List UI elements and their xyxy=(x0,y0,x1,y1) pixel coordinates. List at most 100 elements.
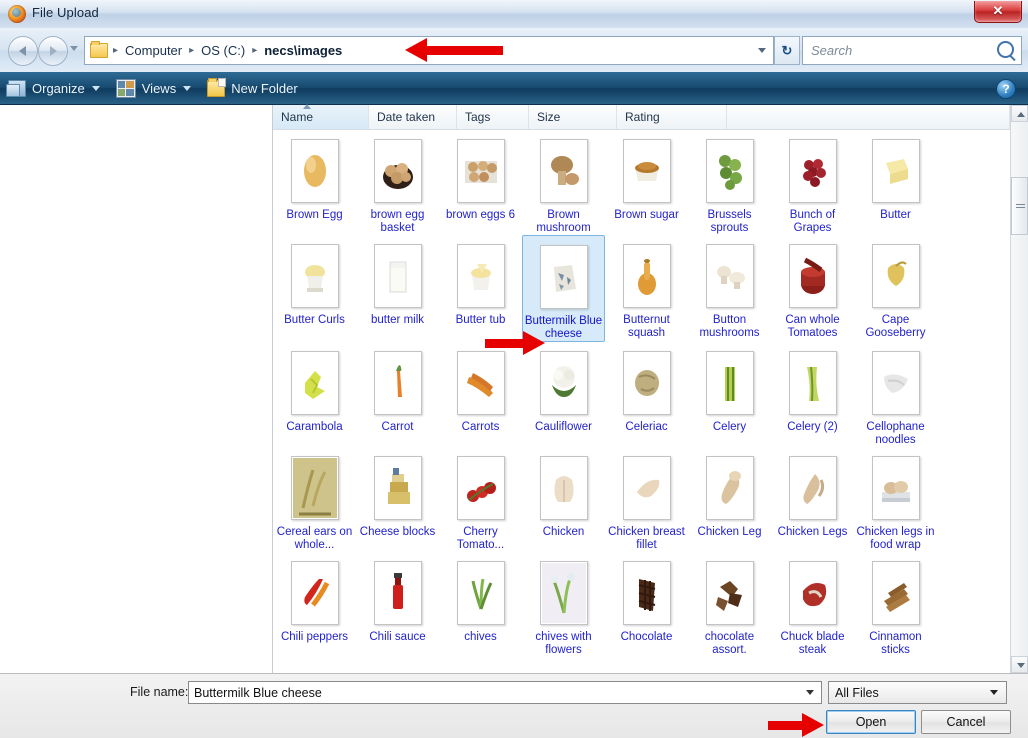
file-item[interactable]: Brown Egg xyxy=(273,130,356,235)
column-header-tags[interactable]: Tags xyxy=(457,105,529,129)
file-name-label: Chicken Leg xyxy=(697,526,762,538)
file-name-input[interactable]: Buttermilk Blue cheese xyxy=(188,681,822,704)
file-item[interactable]: Cape Gooseberry xyxy=(854,235,937,342)
file-item[interactable]: Chili sauce xyxy=(356,552,439,657)
file-thumbnail xyxy=(788,456,837,520)
file-item[interactable]: Chicken breast fillet xyxy=(605,447,688,552)
file-item[interactable]: Carambola xyxy=(273,342,356,447)
file-item[interactable]: butter milk xyxy=(356,235,439,342)
file-item[interactable]: Butter xyxy=(854,130,937,235)
file-name-label: chives with flowers xyxy=(535,631,592,656)
column-header-name[interactable]: Name xyxy=(273,104,369,129)
file-item[interactable]: chocolate assort. xyxy=(688,552,771,657)
refresh-button[interactable]: ↻ xyxy=(774,36,800,65)
breadcrumb-current-folder[interactable]: necs\images xyxy=(262,43,344,58)
breadcrumb-os-c[interactable]: OS (C:) xyxy=(199,43,247,58)
file-item[interactable]: Chili peppers xyxy=(273,552,356,657)
chevron-down-icon xyxy=(183,85,192,91)
search-input[interactable]: Search xyxy=(802,36,1022,65)
file-name-label: Cheese blocks xyxy=(359,526,436,538)
column-header-blank[interactable] xyxy=(727,105,1010,129)
file-item[interactable]: chives with flowers xyxy=(522,552,605,657)
file-item[interactable]: brown eggs 6 xyxy=(439,130,522,235)
column-header-size[interactable]: Size xyxy=(529,105,617,129)
forward-button[interactable] xyxy=(38,36,68,66)
file-item[interactable]: Cinnamon sticks xyxy=(854,552,937,657)
file-item[interactable]: Cherry Tomato... xyxy=(439,447,522,552)
file-row: Butter Curls butter milk Butter tub Butterm… xyxy=(273,235,1010,342)
file-item[interactable]: Cauliflower xyxy=(522,342,605,447)
chevron-down-icon[interactable] xyxy=(758,48,766,53)
column-header-rating[interactable]: Rating xyxy=(617,105,727,129)
file-name-label: Cellophane noodles xyxy=(866,421,925,446)
file-item[interactable]: Butter tub xyxy=(439,235,522,342)
file-thumbnail xyxy=(539,139,588,203)
file-item[interactable]: Celeriac xyxy=(605,342,688,447)
cancel-button[interactable]: Cancel xyxy=(921,710,1011,734)
chevron-down-icon[interactable] xyxy=(806,690,814,695)
organize-button[interactable]: Organize xyxy=(0,72,108,104)
file-item[interactable]: Butternut squash xyxy=(605,235,688,342)
close-button[interactable]: ✕ xyxy=(974,1,1022,23)
column-header-label: Size xyxy=(537,110,561,124)
file-item[interactable]: Chicken xyxy=(522,447,605,552)
file-item[interactable]: Chicken Leg xyxy=(688,447,771,552)
file-item[interactable]: Cereal ears on whole... xyxy=(273,447,356,552)
column-header-date-taken[interactable]: Date taken xyxy=(369,105,457,129)
file-item[interactable]: Chuck blade steak xyxy=(771,552,854,657)
views-button[interactable]: Views xyxy=(108,72,199,104)
file-name-label: Butter Curls xyxy=(284,314,345,326)
back-button[interactable] xyxy=(8,36,38,66)
file-item[interactable]: Cellophane noodles xyxy=(854,342,937,447)
file-item[interactable]: Carrot xyxy=(356,342,439,447)
file-item[interactable]: chives xyxy=(439,552,522,657)
vertical-scrollbar[interactable] xyxy=(1010,105,1028,673)
open-button[interactable]: Open xyxy=(826,710,916,734)
scroll-down-button[interactable] xyxy=(1011,656,1028,673)
breadcrumb-separator: ▸ xyxy=(113,45,119,56)
file-item[interactable]: brown egg basket xyxy=(356,130,439,235)
file-item[interactable]: Can whole Tomatoes xyxy=(771,235,854,342)
new-folder-label: New Folder xyxy=(231,80,298,96)
file-name-label: Celeriac xyxy=(625,421,668,433)
file-thumbnail xyxy=(290,351,339,415)
new-folder-button[interactable]: New Folder xyxy=(199,72,305,104)
file-name-label: Cereal ears on whole... xyxy=(276,526,353,551)
file-thumbnail xyxy=(871,244,920,308)
breadcrumb-computer[interactable]: Computer xyxy=(123,43,184,58)
file-item[interactable]: Chocolate xyxy=(605,552,688,657)
file-thumbnail xyxy=(788,561,837,625)
file-thumbnail xyxy=(373,561,422,625)
file-item[interactable]: Celery xyxy=(688,342,771,447)
file-item[interactable]: Bunch of Grapes xyxy=(771,130,854,235)
file-item[interactable]: Button mushrooms xyxy=(688,235,771,342)
file-type-select[interactable]: All Files xyxy=(828,681,1007,704)
scroll-up-button[interactable] xyxy=(1011,105,1028,122)
help-button[interactable]: ? xyxy=(996,79,1016,99)
folder-icon xyxy=(90,41,108,58)
scrollbar-thumb[interactable] xyxy=(1011,177,1028,235)
file-item[interactable]: Brussels sprouts xyxy=(688,130,771,235)
file-item[interactable]: Brown sugar xyxy=(605,130,688,235)
arrow-shaft xyxy=(425,46,503,55)
file-thumbnail xyxy=(622,456,671,520)
file-thumbnail xyxy=(705,351,754,415)
file-list-pane: Name Date taken Tags Size Rating Brown Egg br… xyxy=(273,104,1028,673)
file-item[interactable]: Butter Curls xyxy=(273,235,356,342)
file-item[interactable]: Carrots xyxy=(439,342,522,447)
file-name-label: Cape Gooseberry xyxy=(865,314,926,339)
history-dropdown-icon[interactable] xyxy=(70,46,78,51)
file-thumbnail xyxy=(622,561,671,625)
file-thumbnail xyxy=(705,139,754,203)
file-thumbnail xyxy=(373,351,422,415)
file-item[interactable]: Chicken legs in food wrap xyxy=(854,447,937,552)
file-name-label: Chicken xyxy=(542,526,585,538)
file-item[interactable]: Brown mushroom xyxy=(522,130,605,235)
file-item[interactable]: Cheese blocks xyxy=(356,447,439,552)
command-toolbar: Organize Views New Folder ? xyxy=(0,72,1028,105)
file-name-label: chives xyxy=(464,631,497,643)
file-item[interactable]: Chicken Legs xyxy=(771,447,854,552)
file-item-selected[interactable]: Buttermilk Blue cheese xyxy=(522,235,605,342)
file-name-label: Brussels sprouts xyxy=(707,209,752,234)
file-item[interactable]: Celery (2) xyxy=(771,342,854,447)
